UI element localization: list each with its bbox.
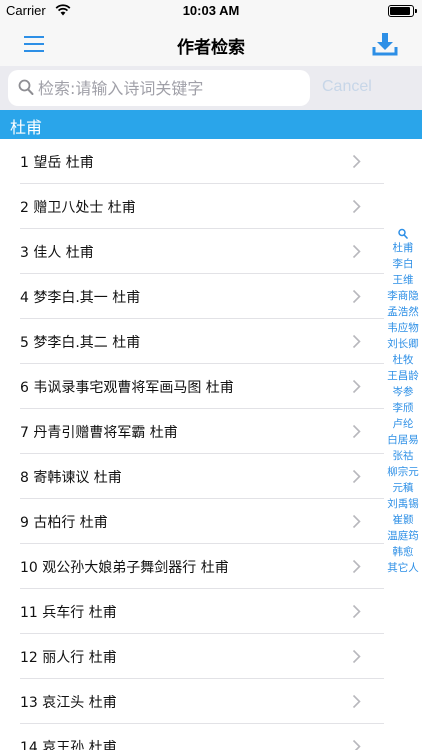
list-item-label: 11 兵车行 杜甫 (20, 605, 117, 621)
list-item-label: 13 哀江头 杜甫 (20, 695, 117, 711)
list-item-label: 12 丽人行 杜甫 (20, 650, 117, 666)
search-box (8, 70, 310, 106)
index-item[interactable]: 韩愈 (386, 544, 420, 560)
index-item[interactable]: 其它人 (386, 560, 420, 576)
list-item-label: 9 古柏行 杜甫 (20, 515, 108, 531)
page-title: 作者检索 (177, 38, 245, 58)
list-item[interactable]: 1 望岳 杜甫 (0, 139, 422, 184)
status-time: 10:03 AM (182, 3, 240, 18)
download-button[interactable] (372, 32, 398, 56)
index-item[interactable]: 韦应物 (386, 320, 420, 336)
list-item[interactable]: 10 观公孙大娘弟子舞剑器行 杜甫 (0, 544, 422, 589)
download-icon (372, 33, 398, 56)
chevron-right-icon (352, 289, 361, 304)
list-item[interactable]: 12 丽人行 杜甫 (0, 634, 422, 679)
list-item-label: 5 梦李白.其二 杜甫 (20, 335, 141, 351)
list-item[interactable]: 2 赠卫八处士 杜甫 (0, 184, 422, 229)
index-item[interactable]: 柳宗元 (386, 464, 420, 480)
index-item[interactable]: 刘禹锡 (386, 496, 420, 512)
list-item[interactable]: 3 佳人 杜甫 (0, 229, 422, 274)
chevron-right-icon (352, 514, 361, 529)
list-item-label: 3 佳人 杜甫 (20, 245, 94, 261)
index-item[interactable]: 李白 (386, 256, 420, 272)
list-item[interactable]: 4 梦李白.其一 杜甫 (0, 274, 422, 319)
list-item[interactable]: 6 韦讽录事宅观曹将军画马图 杜甫 (0, 364, 422, 409)
list-item-label: 1 望岳 杜甫 (20, 155, 94, 171)
index-item[interactable]: 杜牧 (386, 352, 420, 368)
index-item[interactable]: 卢纶 (386, 416, 420, 432)
index-item[interactable]: 元稹 (386, 480, 420, 496)
list-item-label: 6 韦讽录事宅观曹将军画马图 杜甫 (20, 380, 234, 396)
section-index: 杜甫 李白 王维 李商隐 孟浩然 韦应物 刘长卿 杜牧 王昌龄 岑参 李颀 卢纶… (386, 228, 420, 576)
status-bar: Carrier 10:03 AM (0, 0, 422, 22)
index-item[interactable]: 李颀 (386, 400, 420, 416)
chevron-right-icon (352, 469, 361, 484)
section-title: 杜甫 (10, 118, 43, 137)
chevron-right-icon (352, 559, 361, 574)
index-item[interactable]: 王昌龄 (386, 368, 420, 384)
cancel-button[interactable]: Cancel (322, 78, 372, 96)
chevron-right-icon (352, 199, 361, 214)
list-item[interactable]: 7 丹青引赠曹将军霸 杜甫 (0, 409, 422, 454)
navigation-bar: 作者检索 (0, 22, 422, 66)
list-item[interactable]: 14 哀王孙 杜甫 (0, 724, 422, 750)
chevron-right-icon (352, 424, 361, 439)
section-header: 杜甫 (0, 110, 422, 139)
chevron-right-icon (352, 604, 361, 619)
chevron-right-icon (352, 334, 361, 349)
index-item[interactable]: 李商隐 (386, 288, 420, 304)
index-item[interactable]: 崔颢 (386, 512, 420, 528)
index-item[interactable]: 王维 (386, 272, 420, 288)
list-item[interactable]: 9 古柏行 杜甫 (0, 499, 422, 544)
list-item[interactable]: 8 寄韩谏议 杜甫 (0, 454, 422, 499)
list-item[interactable]: 13 哀江头 杜甫 (0, 679, 422, 724)
chevron-right-icon (352, 379, 361, 394)
index-item[interactable]: 岑参 (386, 384, 420, 400)
index-item[interactable]: 白居易 (386, 432, 420, 448)
index-item[interactable]: 杜甫 (386, 240, 420, 256)
list-item-label: 10 观公孙大娘弟子舞剑器行 杜甫 (20, 560, 229, 576)
chevron-right-icon (352, 649, 361, 664)
list-item-label: 8 寄韩谏议 杜甫 (20, 470, 122, 486)
index-item[interactable]: 温庭筠 (386, 528, 420, 544)
chevron-right-icon (352, 694, 361, 709)
list-item-label: 4 梦李白.其一 杜甫 (20, 290, 141, 306)
chevron-right-icon (352, 739, 361, 750)
search-icon (18, 79, 34, 95)
index-item[interactable]: 刘长卿 (386, 336, 420, 352)
search-input[interactable] (38, 70, 306, 106)
search-bar: Cancel (0, 66, 422, 110)
index-search-icon[interactable] (398, 228, 408, 240)
chevron-right-icon (352, 244, 361, 259)
list-item-label: 14 哀王孙 杜甫 (20, 740, 117, 750)
list-item[interactable]: 5 梦李白.其二 杜甫 (0, 319, 422, 364)
list-item-label: 7 丹青引赠曹将军霸 杜甫 (20, 425, 178, 441)
poem-list: 1 望岳 杜甫 2 赠卫八处士 杜甫 3 佳人 杜甫 4 梦李白.其一 杜甫 5… (0, 139, 422, 750)
chevron-right-icon (352, 154, 361, 169)
index-item[interactable]: 张祜 (386, 448, 420, 464)
list-item-label: 2 赠卫八处士 杜甫 (20, 200, 136, 216)
list-item[interactable]: 11 兵车行 杜甫 (0, 589, 422, 634)
index-item[interactable]: 孟浩然 (386, 304, 420, 320)
battery-icon (388, 5, 417, 17)
